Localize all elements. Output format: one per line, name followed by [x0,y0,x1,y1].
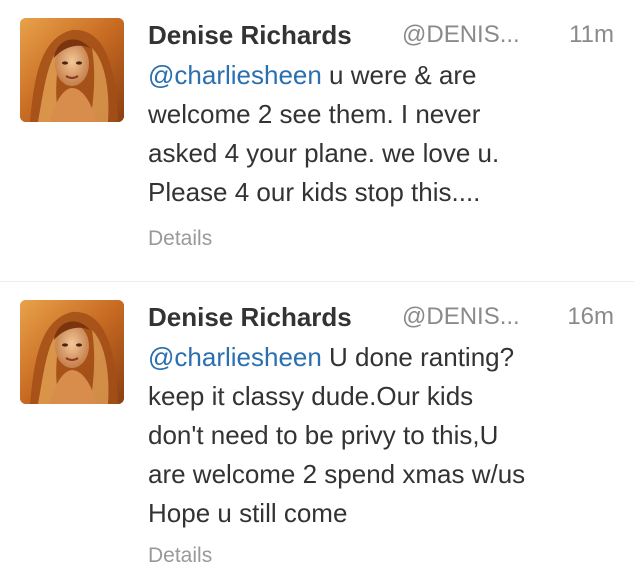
tweet-text-line: welcome 2 see them. I never [148,99,481,129]
tweet-header: Denise Richards @DENIS... 16m [148,300,618,336]
tweet-text-line: Please 4 our kids stop this.... [148,177,481,207]
tweet-text-line: @charliesheen U done ranting? [148,338,618,377]
tweet-text-line: asked 4 your plane. we love u. [148,138,500,168]
tweet-timestamp[interactable]: 16m [567,300,614,334]
author-name[interactable]: Denise Richards [148,300,352,334]
author-handle[interactable]: @DENIS... [402,18,520,52]
tweet-feed: Denise Richards @DENIS... 11m @charliesh… [0,0,634,576]
profile-photo-icon [20,18,124,122]
mention-link[interactable]: @charliesheen [148,60,322,90]
avatar[interactable] [20,18,124,122]
tweet: Denise Richards @DENIS... 16m @charliesh… [0,282,634,576]
tweet-text-line: @charliesheen u were & are [148,56,618,95]
tweet-timestamp[interactable]: 11m [569,18,614,52]
tweet-text-line: don't need to be privy to this,U [148,420,499,450]
tweet-text: @charliesheen U done ranting? keep it cl… [148,338,618,533]
tweet-text-segment: u were & are [321,60,477,90]
avatar[interactable] [20,300,124,404]
tweet-text-segment: U done ranting? [321,342,515,372]
author-handle[interactable]: @DENIS... [402,300,520,334]
tweet-text-line: keep it classy dude.Our kids [148,381,474,411]
tweet: Denise Richards @DENIS... 11m @charliesh… [0,0,634,282]
details-link[interactable]: Details [148,225,212,253]
profile-photo-icon [20,300,124,404]
mention-link[interactable]: @charliesheen [148,342,322,372]
tweet-text-line: are welcome 2 spend xmas w/us [148,459,526,489]
tweet-text: @charliesheen u were & are welcome 2 see… [148,56,618,212]
author-name[interactable]: Denise Richards [148,18,352,52]
tweet-header: Denise Richards @DENIS... 11m [148,18,618,54]
details-link[interactable]: Details [148,542,212,570]
tweet-text-line: Hope u still come [148,498,348,528]
